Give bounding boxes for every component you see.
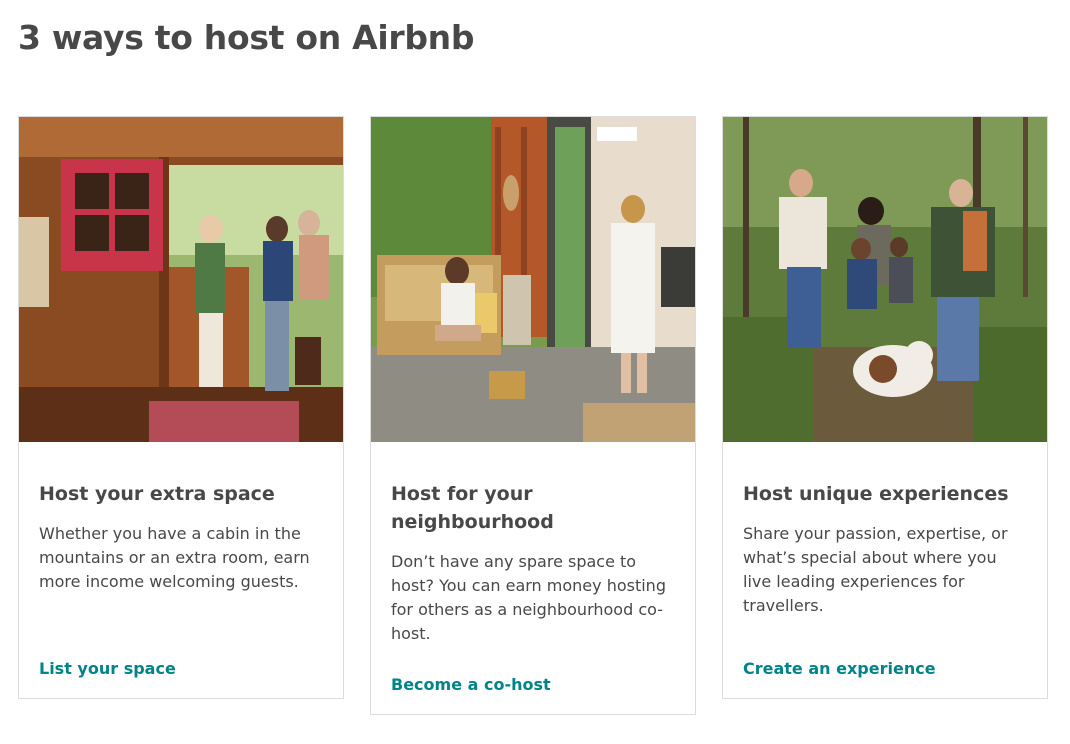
experiences-content: Host unique experiences Share your passi… (723, 442, 1047, 618)
host-space-content: Host your extra space Whether you have a… (19, 442, 343, 594)
porch-photo[interactable] (371, 117, 695, 442)
page-title: 3 ways to host on Airbnb (18, 18, 475, 57)
card-title: Host unique experiences (743, 483, 1009, 505)
card-title: Host for your neighbourhood (391, 483, 554, 533)
create-experience-link[interactable]: Create an experience (743, 659, 936, 678)
experiences-card: Host unique experiences Share your passi… (722, 116, 1048, 699)
become-cohost-link[interactable]: Become a co-host (391, 675, 551, 694)
host-space-card: Host your extra space Whether you have a… (18, 116, 344, 699)
cohost-card: Host for your neighbourhood Don’t have a… (370, 116, 696, 715)
forest-hike-photo[interactable] (723, 117, 1047, 442)
card-description: Don’t have any spare space to host? You … (391, 552, 666, 643)
list-your-space-link[interactable]: List your space (39, 659, 176, 678)
card-description: Whether you have a cabin in the mountain… (39, 524, 310, 591)
card-description: Share your passion, expertise, or what’s… (743, 524, 1008, 615)
cabin-welcome-photo[interactable] (19, 117, 343, 442)
cohost-content: Host for your neighbourhood Don’t have a… (371, 442, 695, 646)
card-title: Host your extra space (39, 483, 275, 505)
